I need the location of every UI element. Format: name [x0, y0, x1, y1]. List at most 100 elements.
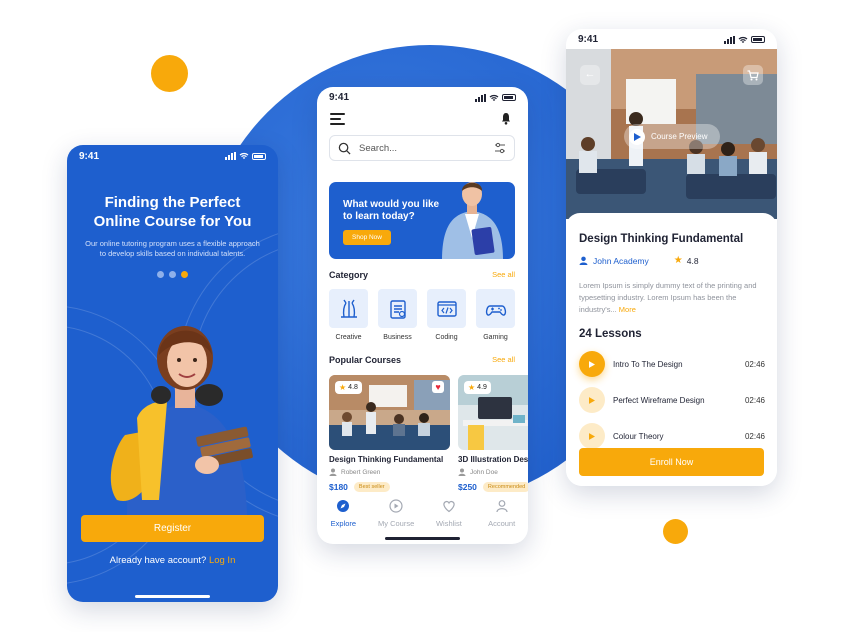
rating-badge: ★ 4.8 — [335, 381, 362, 394]
user-icon — [496, 500, 508, 513]
cart-icon[interactable] — [743, 65, 763, 85]
briefcase-icon — [389, 299, 406, 319]
user-icon — [579, 256, 588, 265]
category-item-coding[interactable]: Coding — [427, 289, 466, 341]
explore-screen: 9:41 Search... What would you like to le… — [317, 87, 528, 544]
promo-banner[interactable]: What would you like to learn today? Shop… — [329, 182, 515, 259]
play-icon — [579, 351, 605, 377]
back-arrow-icon[interactable]: ← — [580, 65, 600, 85]
register-button[interactable]: Register — [81, 515, 264, 542]
shop-now-button[interactable]: Shop Now — [343, 230, 391, 245]
academy-link[interactable]: John Academy — [593, 256, 649, 266]
course-preview-button[interactable]: Course Preview — [624, 124, 720, 149]
login-link[interactable]: Log In — [209, 555, 235, 566]
lesson-title: Colour Theory — [613, 431, 664, 441]
popular-see-all-link[interactable]: See all — [492, 355, 515, 365]
gamepad-icon — [485, 304, 506, 316]
course-author: John Doe — [458, 468, 528, 476]
nav-my-course[interactable]: My Course — [371, 499, 421, 528]
course-card[interactable]: ★ 4.8 ♥ Design Thinking Fundamental Rober… — [329, 375, 450, 492]
lesson-duration: 02:46 — [744, 431, 765, 441]
enroll-now-button[interactable]: Enroll Now — [579, 448, 764, 476]
search-placeholder: Search... — [359, 142, 398, 154]
popular-header: Popular Courses See all — [329, 355, 515, 365]
category-item-business[interactable]: Business — [378, 289, 417, 341]
course-thumbnail: ★ 4.9 — [458, 375, 528, 450]
palette-icon — [340, 299, 357, 318]
student-illustration — [110, 326, 253, 515]
course-detail-title: Design Thinking Fundamental — [579, 233, 744, 245]
category-item-gaming[interactable]: Gaming — [476, 289, 515, 341]
lesson-item[interactable]: Intro To The Design 02:46 — [579, 351, 765, 377]
filter-icon[interactable] — [494, 142, 506, 154]
wifi-icon — [489, 94, 499, 101]
status-time: 9:41 — [79, 150, 100, 162]
play-icon — [579, 387, 605, 413]
search-icon — [338, 142, 351, 155]
compass-icon — [337, 500, 350, 512]
onboarding-screen: 9:41 Finding the Perfect Online Course f… — [67, 145, 278, 602]
bell-icon[interactable] — [501, 112, 511, 125]
course-description: Lorem Ipsum is simply dummy text of the … — [579, 281, 757, 314]
course-price: $180 — [329, 482, 348, 492]
wifi-icon — [738, 36, 748, 43]
code-icon — [436, 300, 457, 317]
pager-dot[interactable] — [157, 271, 164, 278]
wifi-icon — [239, 152, 249, 159]
course-price: $250 — [458, 482, 477, 492]
course-meta: John Academy ★ 4.8 — [579, 255, 759, 266]
battery-icon — [502, 94, 516, 101]
status-bar: 9:41 — [317, 87, 528, 105]
home-indicator — [135, 595, 210, 598]
signal-icon — [475, 93, 486, 102]
nav-wishlist[interactable]: Wishlist — [424, 499, 474, 528]
lesson-item[interactable]: Colour Theory 02:46 — [579, 423, 765, 449]
course-rating: 4.8 — [686, 255, 699, 266]
popular-title: Popular Courses — [329, 355, 402, 365]
nav-account[interactable]: Account — [477, 499, 527, 528]
play-icon — [579, 423, 605, 449]
category-title: Category — [329, 270, 369, 280]
status-bar: 9:41 — [566, 29, 777, 47]
course-tag: Recommended — [482, 482, 528, 492]
lesson-title: Intro To The Design — [613, 359, 683, 369]
course-title: 3D Illustration Design — [458, 455, 528, 464]
lessons-title: 24 Lessons — [579, 328, 642, 340]
nav-explore[interactable]: Explore — [318, 499, 368, 528]
course-tag: Best seller — [353, 482, 390, 492]
course-card[interactable]: ★4.9 3D Illustration Design John Doe $25… — [458, 375, 528, 492]
course-hero-image: ← Course Preview — [566, 49, 777, 219]
course-thumbnail: ★ 4.8 ♥ — [329, 375, 450, 450]
star-icon: ★ — [339, 383, 347, 392]
lesson-item[interactable]: Perfect Wireframe Design 02:46 — [579, 387, 765, 413]
banner-title: What would you like to learn today? — [343, 199, 440, 222]
login-row: Already have account? Log In — [67, 555, 278, 566]
menu-icon[interactable] — [330, 113, 345, 125]
user-icon — [329, 468, 337, 476]
play-icon — [629, 128, 645, 145]
star-icon: ★ — [468, 383, 476, 392]
banner-person-illustration — [442, 182, 503, 259]
category-item-creative[interactable]: Creative — [329, 289, 368, 341]
battery-icon — [252, 152, 266, 160]
course-detail-screen: 9:41 ← Course Preview Design Thinking Fu… — [566, 29, 777, 486]
play-circle-icon — [389, 499, 403, 513]
signal-icon — [225, 152, 236, 160]
heart-icon[interactable]: ♥ — [432, 381, 444, 393]
read-more-link[interactable]: More — [619, 305, 636, 314]
decor-dot-top — [151, 55, 188, 92]
status-time: 9:41 — [329, 92, 350, 103]
status-time: 9:41 — [578, 34, 599, 45]
user-icon — [458, 468, 466, 476]
category-see-all-link[interactable]: See all — [492, 270, 515, 280]
login-prompt: Already have account? — [109, 555, 207, 566]
signal-icon — [724, 35, 735, 44]
search-bar[interactable]: Search... — [329, 135, 515, 161]
heart-icon — [443, 500, 455, 513]
battery-icon — [751, 36, 765, 43]
pager-dot-active[interactable] — [181, 271, 188, 278]
showcase-stage: 9:41 Finding the Perfect Online Course f… — [0, 0, 843, 632]
lesson-duration: 02:46 — [744, 359, 765, 369]
pager-dot[interactable] — [169, 271, 176, 278]
bottom-nav: Explore My Course Wishlist Account — [317, 499, 528, 528]
